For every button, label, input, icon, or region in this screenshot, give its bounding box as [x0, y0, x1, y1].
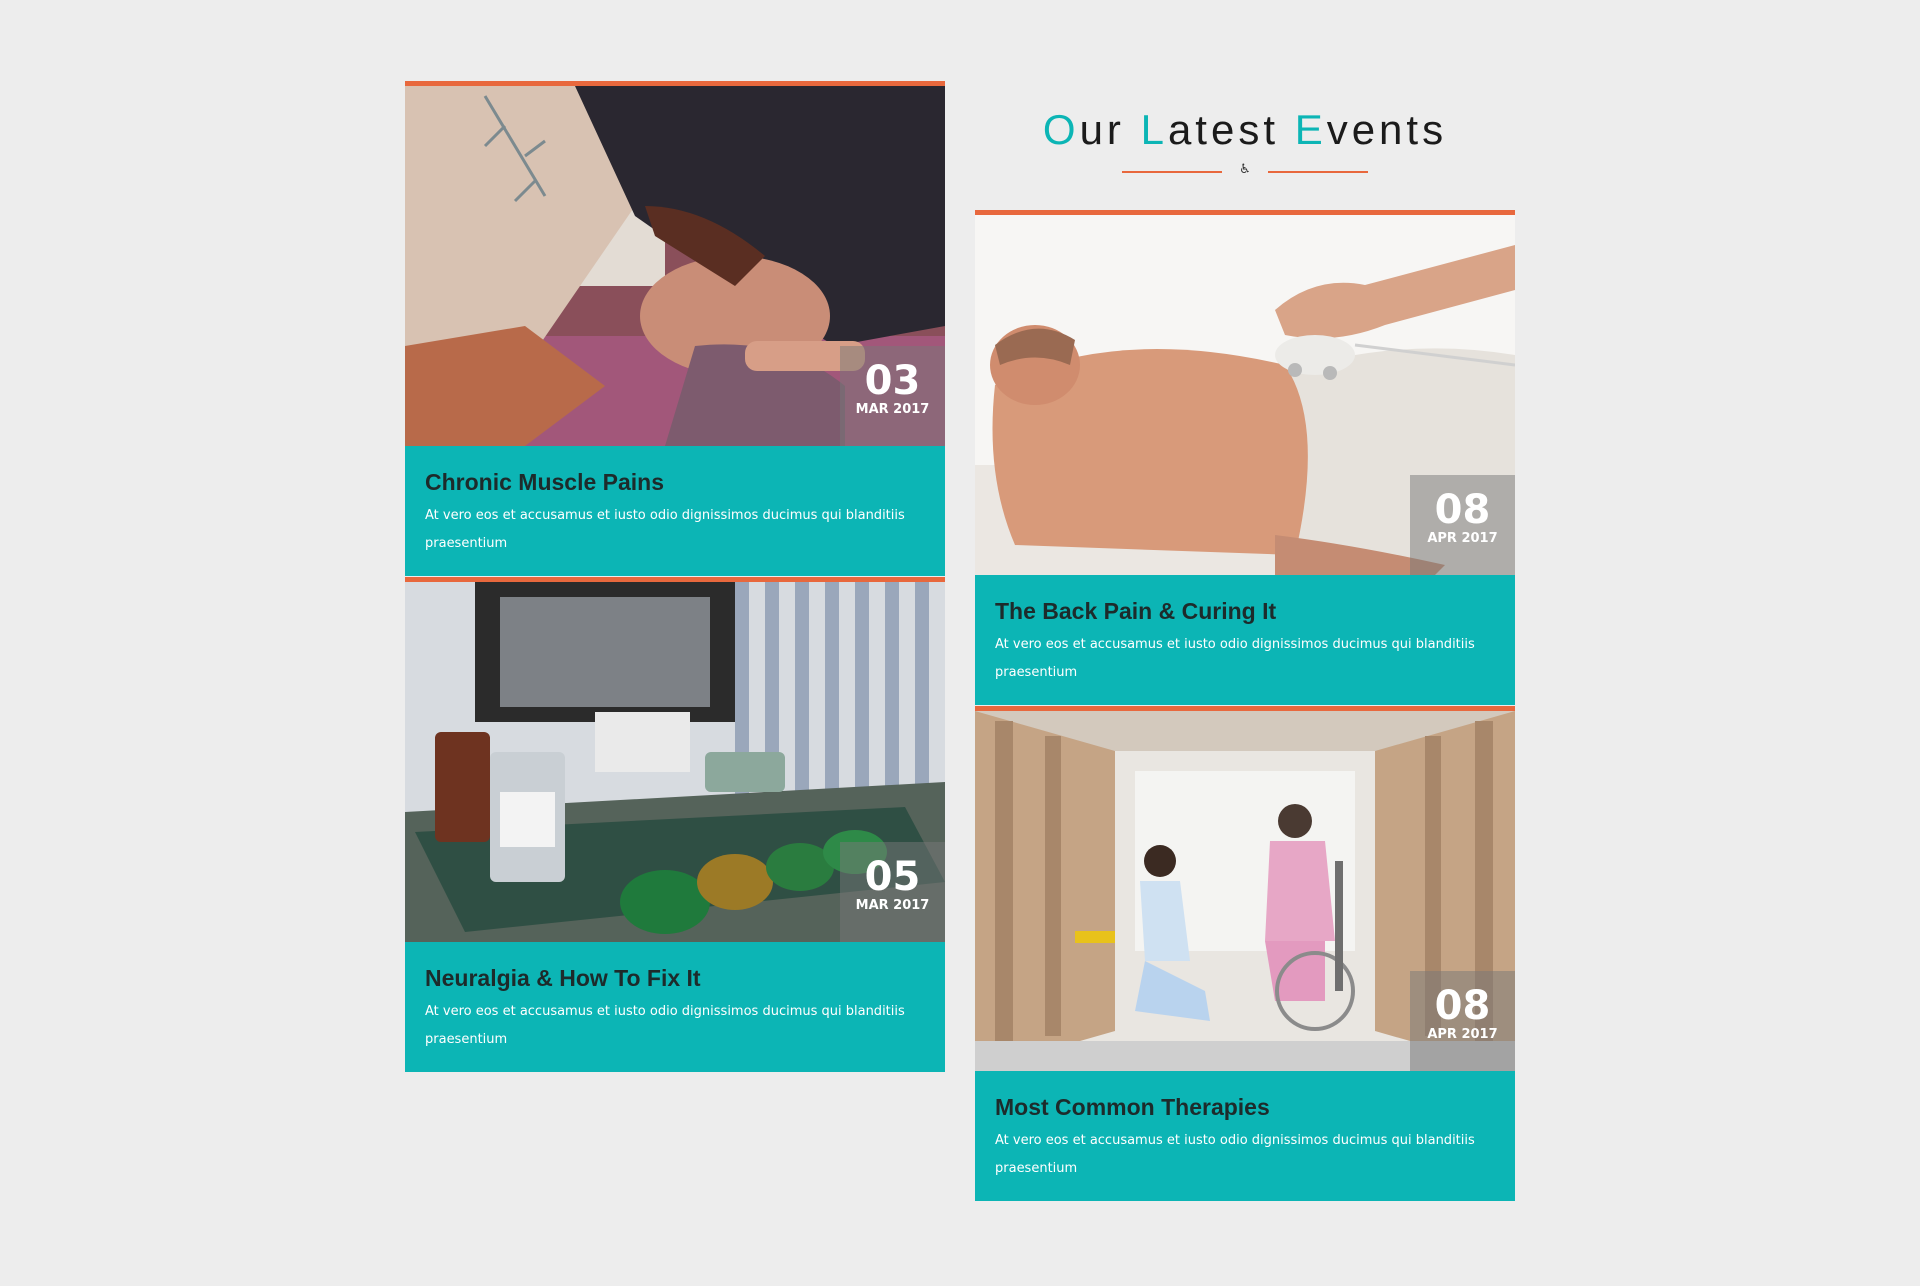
event-description: At vero eos et accusamus et iusto odio d… [425, 1004, 905, 1047]
section-title: Our Latest Events [1042, 106, 1448, 153]
event-card[interactable]: 08 APR 2017 Most Common Therapies At ver… [975, 706, 1515, 1201]
back-therapy-photo: 08 APR 2017 [975, 215, 1515, 575]
divider-line-left [1122, 171, 1222, 173]
event-month-year: APR 2017 [1427, 1027, 1498, 1042]
event-day: 08 [1434, 983, 1491, 1029]
event-description: At vero eos et accusamus et iusto odio d… [425, 508, 905, 551]
event-day: 05 [864, 854, 921, 900]
wheelchair-icon: ♿ [1239, 162, 1251, 177]
event-card-body: The Back Pain & Curing It At vero eos et… [975, 575, 1515, 705]
event-card-body: Chronic Muscle Pains At vero eos et accu… [405, 446, 945, 576]
event-day: 03 [864, 358, 921, 404]
massage-woman-photo: 03 MAR 2017 [405, 86, 945, 446]
event-description: At vero eos et accusamus et iusto odio d… [995, 1133, 1475, 1176]
event-title[interactable]: Chronic Muscle Pains [425, 468, 925, 496]
event-title[interactable]: Neuralgia & How To Fix It [425, 964, 925, 992]
event-card[interactable]: 03 MAR 2017 Chronic Muscle Pains At vero… [405, 81, 945, 576]
event-date-badge: 05 MAR 2017 [840, 842, 945, 942]
event-title[interactable]: The Back Pain & Curing It [995, 597, 1495, 625]
event-date-badge: 03 MAR 2017 [840, 346, 945, 446]
event-card[interactable]: 08 APR 2017 The Back Pain & Curing It At… [975, 210, 1515, 705]
event-title[interactable]: Most Common Therapies [995, 1093, 1495, 1121]
event-card-body: Most Common Therapies At vero eos et acc… [975, 1071, 1515, 1201]
event-day: 08 [1434, 487, 1491, 533]
event-month-year: MAR 2017 [855, 898, 930, 913]
event-month-year: APR 2017 [1427, 531, 1498, 546]
event-description: At vero eos et accusamus et iusto odio d… [995, 637, 1475, 680]
event-date-badge: 08 APR 2017 [1410, 971, 1515, 1071]
title-divider: ♿ [975, 160, 1515, 180]
event-month-year: MAR 2017 [855, 402, 930, 417]
section-heading: Our Latest Events ♿ [975, 100, 1515, 180]
divider-line-right [1268, 171, 1368, 173]
event-card[interactable]: 05 MAR 2017 Neuralgia & How To Fix It At… [405, 577, 945, 1072]
medical-tray-photo: 05 MAR 2017 [405, 582, 945, 942]
event-date-badge: 08 APR 2017 [1410, 475, 1515, 575]
event-card-body: Neuralgia & How To Fix It At vero eos et… [405, 942, 945, 1072]
nurse-wheelchair-photo: 08 APR 2017 [975, 711, 1515, 1071]
